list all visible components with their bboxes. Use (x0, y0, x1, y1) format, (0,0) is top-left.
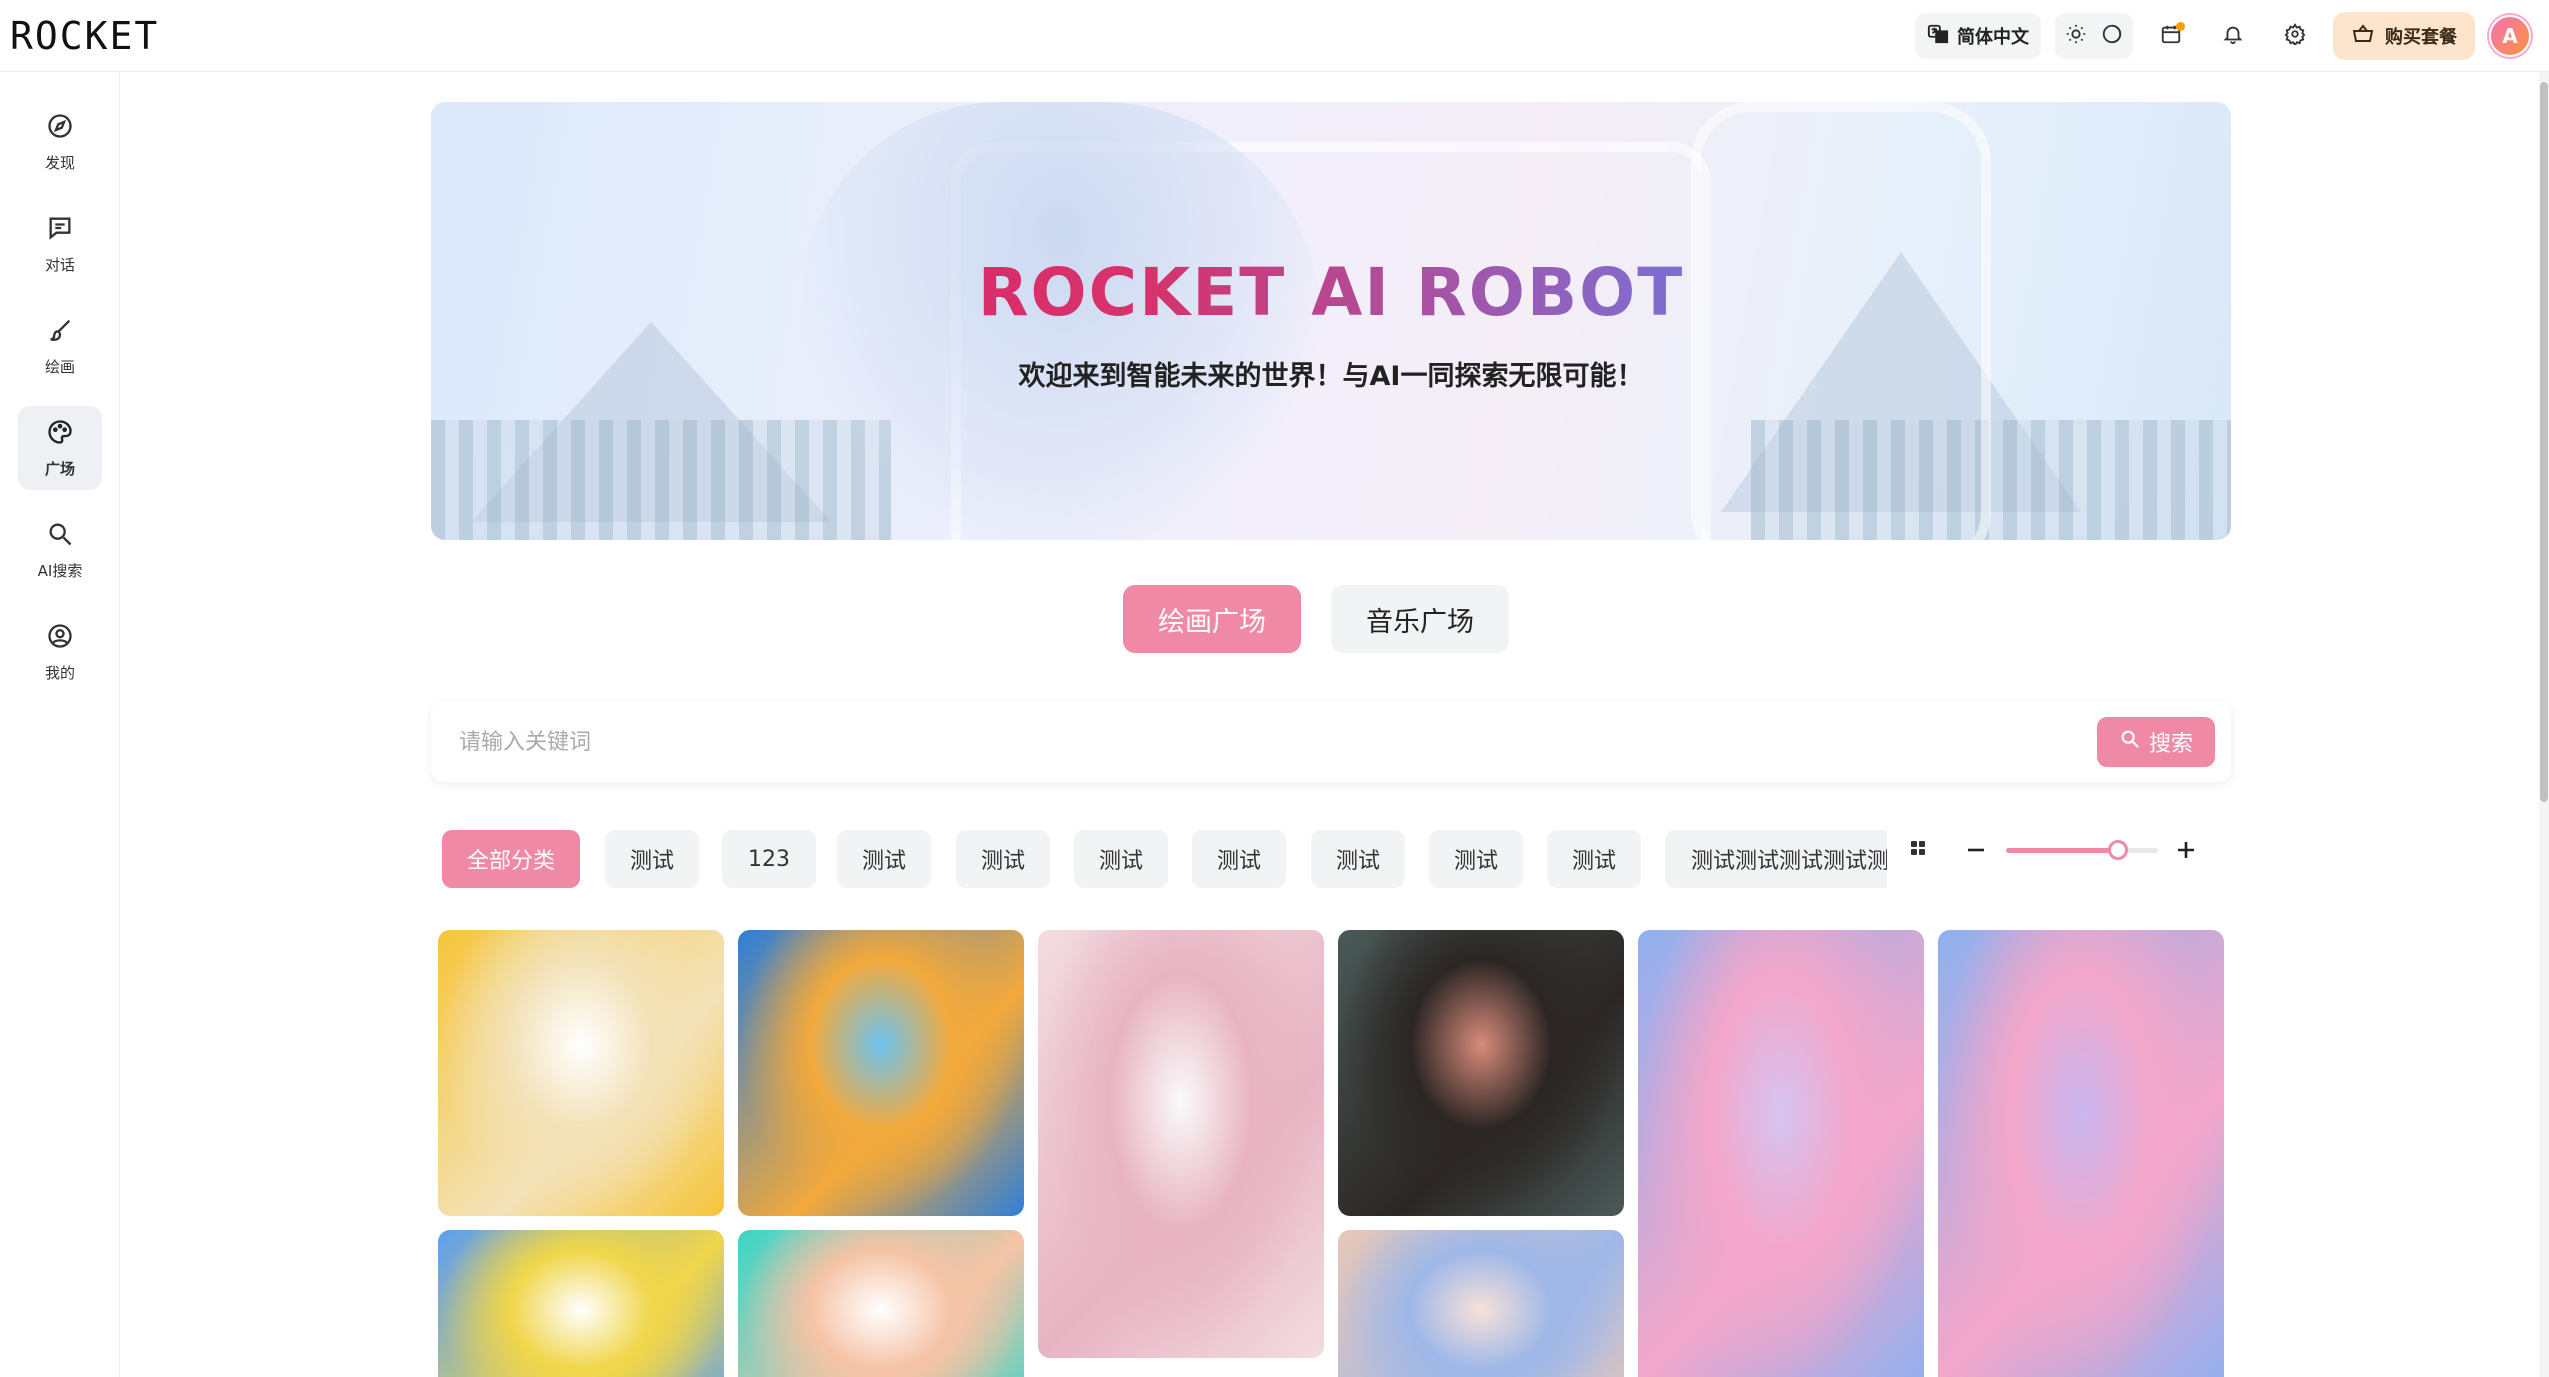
category-chip[interactable]: 测试 (605, 830, 699, 888)
gallery-card[interactable] (438, 930, 724, 1216)
zoom-slider[interactable] (2006, 840, 2158, 860)
sidebar-item-chat[interactable]: 对话 (18, 202, 102, 286)
sidebar-item-mine[interactable]: 我的 (18, 610, 102, 694)
category-chip[interactable]: 123 (722, 830, 816, 888)
category-chip[interactable]: 测试 (956, 830, 1050, 888)
sidebar-item-ai-search[interactable]: AI搜索 (18, 508, 102, 592)
image-gallery (438, 930, 2228, 1377)
brush-icon (46, 316, 74, 348)
compass-icon (46, 112, 74, 144)
sidebar-item-label: 绘画 (44, 357, 75, 376)
search-bar: 搜索 (431, 702, 2231, 782)
gallery-card[interactable] (738, 1230, 1024, 1377)
user-avatar[interactable]: A (2489, 15, 2531, 57)
language-label: 简体中文 (1957, 27, 2029, 48)
language-switcher[interactable]: 简体中文 (1915, 13, 2041, 59)
category-chip[interactable]: 测试 (837, 830, 931, 888)
user-circle-icon (46, 622, 74, 654)
sidebar-item-label: 广场 (44, 459, 75, 478)
category-chip[interactable]: 测试 (1429, 830, 1523, 888)
zoom-slider-handle[interactable] (2108, 840, 2129, 860)
gallery-card[interactable] (1938, 930, 2224, 1377)
sidebar-item-plaza[interactable]: 广场 (18, 406, 102, 490)
gallery-card[interactable] (438, 1230, 724, 1377)
sidebar-item-label: 我的 (44, 663, 75, 682)
translate-icon (1927, 23, 1949, 50)
category-chip[interactable]: 测试 (1311, 830, 1405, 888)
app-root: ROCKET 简体中文 购买套餐 A 发现 对话 绘画 广场 AI搜索 我的 R… (0, 0, 2549, 1377)
gallery-card[interactable] (738, 930, 1024, 1216)
sidebar-item-label: 对话 (44, 255, 75, 274)
search-icon (2119, 728, 2141, 756)
sidebar: 发现 对话 绘画 广场 AI搜索 我的 (0, 72, 120, 1377)
notification-dot (2176, 22, 2185, 31)
banner-title: ROCKET AI ROBOT (431, 254, 2231, 331)
hero-banner: ROCKET AI ROBOT 欢迎来到智能未来的世界！与AI一同探索无限可能！ (431, 102, 2231, 540)
sidebar-item-label: AI搜索 (37, 561, 83, 580)
palette-icon (46, 418, 74, 450)
category-chip[interactable]: 测试 (1192, 830, 1286, 888)
gear-icon (2284, 23, 2306, 49)
category-chip[interactable]: 测试 (1074, 830, 1168, 888)
buy-package-label: 购买套餐 (2385, 27, 2457, 48)
category-filter: 全部分类 测试 123 测试 测试 测试 测试 测试 测试 测试 测试测试测试测… (442, 830, 1887, 888)
notifications-button[interactable] (2209, 12, 2257, 60)
tab-drawing-plaza[interactable]: 绘画广场 (1123, 585, 1301, 653)
chat-icon (46, 214, 74, 246)
banner-subtitle: 欢迎来到智能未来的世界！与AI一同探索无限可能！ (1018, 361, 1644, 392)
basket-icon (2351, 22, 2375, 51)
calendar-button[interactable] (2147, 12, 2195, 60)
theme-toggle-group (2055, 13, 2133, 59)
search-icon (46, 520, 74, 552)
sidebar-item-label: 发现 (44, 153, 75, 172)
scrollbar-thumb[interactable] (2540, 82, 2548, 802)
bell-icon (2222, 23, 2244, 49)
category-chip-all[interactable]: 全部分类 (442, 830, 580, 888)
sun-icon[interactable] (2065, 23, 2087, 49)
app-logo[interactable]: ROCKET (10, 14, 159, 58)
zoom-out-icon[interactable] (1964, 838, 1988, 866)
sidebar-item-discover[interactable]: 发现 (18, 100, 102, 184)
settings-button[interactable] (2271, 12, 2319, 60)
sidebar-item-draw[interactable]: 绘画 (18, 304, 102, 388)
category-chip[interactable]: 测试测试测试测试测试 (1665, 830, 1887, 888)
auto-theme-icon[interactable] (2101, 23, 2123, 49)
zoom-in-icon[interactable] (2174, 838, 2198, 866)
tab-music-plaza[interactable]: 音乐广场 (1331, 585, 1509, 653)
search-button[interactable]: 搜索 (2097, 717, 2215, 767)
buy-package-button[interactable]: 购买套餐 (2333, 12, 2475, 60)
grid-zoom-control (1908, 830, 2208, 870)
gallery-card[interactable] (1038, 930, 1324, 1358)
grid-layout-icon[interactable] (1908, 838, 1928, 862)
top-actions: 简体中文 购买套餐 A (1915, 12, 2531, 60)
gallery-card[interactable] (1338, 930, 1624, 1216)
gallery-card[interactable] (1638, 930, 1924, 1377)
search-input[interactable] (459, 722, 1999, 762)
zoom-slider-fill (2006, 848, 2119, 853)
gallery-card[interactable] (1338, 1230, 1624, 1377)
top-bar: ROCKET 简体中文 购买套餐 A (0, 0, 2549, 72)
category-chip[interactable]: 测试 (1547, 830, 1641, 888)
search-button-label: 搜索 (2148, 732, 2193, 757)
page-scrollbar[interactable] (2539, 72, 2549, 1377)
